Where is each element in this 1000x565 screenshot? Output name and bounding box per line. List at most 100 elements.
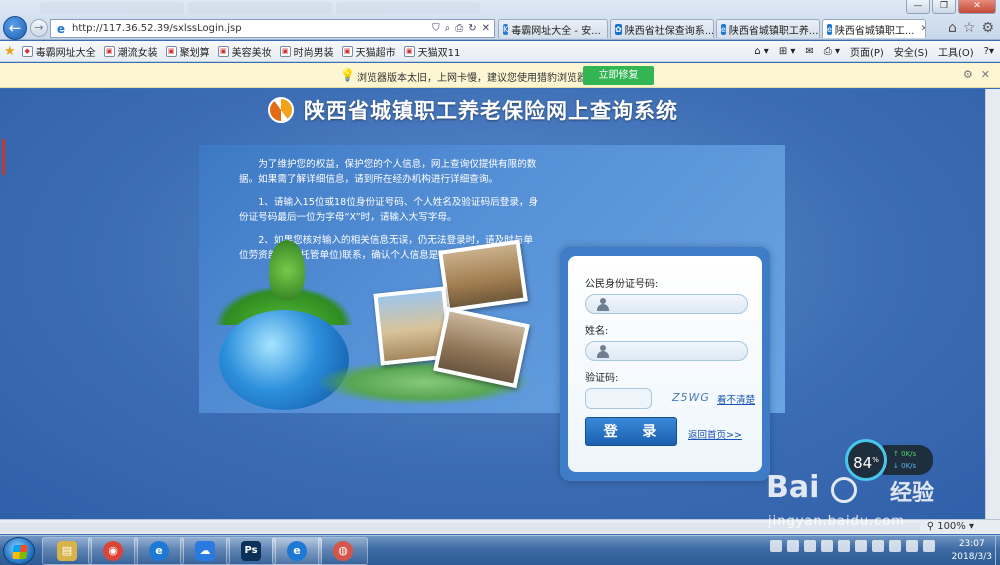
tray-icon[interactable]	[804, 540, 816, 552]
tab-label: 陕西省城镇职工...	[834, 25, 915, 37]
favorites-star-icon[interactable]: ★	[4, 44, 16, 59]
taskbar-photoshop[interactable]: Ps	[226, 537, 276, 565]
captcha-image[interactable]: Z5WG	[672, 391, 710, 404]
download-speed: 0K/s	[901, 462, 917, 470]
system-title: 陕西省城镇职工养老保险网上查询系统	[304, 98, 678, 123]
tray-icon[interactable]	[855, 540, 867, 552]
favorite-label: 毒霸网址大全	[35, 47, 96, 59]
close-window-button[interactable]: ✕	[958, 0, 996, 14]
favorite-label: 天猫超市	[355, 47, 396, 59]
address-bar[interactable]: e http://117.36.52.39/sxlssLogin.jsp ⛉ ⌕…	[50, 19, 495, 38]
captcha-label: 验证码:	[585, 373, 619, 384]
refresh-icon[interactable]: ↻	[468, 23, 476, 34]
clock[interactable]: 23:07 2018/3/3	[952, 538, 992, 564]
tab-1[interactable]: K 毒霸网址大全 - 安... ✕	[498, 19, 608, 38]
favorite-link[interactable]: ▣ 美容美妆	[217, 44, 272, 59]
window-controls: — ❐ ✕	[906, 0, 996, 14]
page-icon: ▣	[103, 45, 115, 57]
download-arrow-icon: ↓	[893, 462, 899, 470]
vertical-scrollbar[interactable]	[985, 89, 1000, 519]
favorite-link[interactable]: ▣ 时尚男装	[279, 44, 334, 59]
tree-illustration	[269, 240, 305, 300]
favorite-link[interactable]: ▣ 天猫双11	[403, 44, 461, 59]
print-icon[interactable]: ⎙ ▾	[824, 46, 840, 57]
browser-right-tools: ⌂ ☆ ⚙	[948, 20, 994, 36]
favorite-label: 时尚男装	[293, 47, 334, 59]
notice-close-icon[interactable]: ✕	[981, 68, 990, 81]
taskbar-explorer[interactable]: ▤	[42, 537, 92, 565]
settings-gear-icon[interactable]: ⚙	[981, 20, 994, 36]
tray-icon[interactable]	[770, 540, 782, 552]
start-button[interactable]	[3, 537, 35, 565]
forward-button[interactable]: →	[30, 19, 48, 37]
mail-icon[interactable]: ✉	[805, 46, 813, 57]
id-number-input[interactable]	[585, 294, 748, 314]
notice-tools: ⚙ ✕	[963, 68, 990, 81]
favorites-star-icon[interactable]: ☆	[963, 20, 976, 36]
taskbar-chrome[interactable]: ◉	[88, 537, 138, 565]
tools-menu[interactable]: 工具(O)	[938, 44, 974, 59]
captcha-refresh-link[interactable]: 看不清楚	[717, 392, 755, 406]
login-button[interactable]: 登 录	[585, 417, 677, 446]
search-icon[interactable]: ⌕	[445, 23, 451, 34]
favorite-link[interactable]: ▣ 潮流女装	[103, 44, 158, 59]
name-input[interactable]	[585, 341, 748, 361]
help-icon[interactable]: ?▾	[984, 46, 994, 57]
chrome-icon: ◉	[103, 541, 123, 561]
stop-icon[interactable]: ✕	[482, 23, 490, 34]
tray-icon[interactable]	[838, 540, 850, 552]
bell-tower-photo	[438, 239, 528, 313]
ie-icon: e	[287, 541, 307, 561]
favorite-label: 天猫双11	[417, 47, 461, 59]
taskbar-netdisk[interactable]: ☁	[180, 537, 230, 565]
tab-close-icon[interactable]: ✕	[607, 24, 608, 34]
minimize-button[interactable]: —	[906, 0, 930, 14]
taskbar-ie-active[interactable]: e	[272, 537, 322, 565]
page-icon: ▣	[341, 45, 353, 57]
arrow-left-icon: ←	[8, 19, 22, 37]
fix-now-button[interactable]: 立即修复	[583, 66, 654, 85]
home-icon[interactable]: ⌂	[948, 20, 957, 36]
tab-4-active[interactable]: e 陕西省城镇职工... ✕	[822, 19, 926, 38]
address-url[interactable]: http://117.36.52.39/sxlssLogin.jsp	[72, 23, 432, 34]
page-icon: ▣	[279, 45, 291, 57]
notice-settings-icon[interactable]: ⚙	[963, 68, 973, 81]
id-number-label: 公民身份证号码:	[585, 279, 659, 290]
login-panel: 公民身份证号码: 姓名: 验证码: Z5WG 看不清楚 登 录 返回首页>>	[560, 247, 770, 481]
ime-icon[interactable]	[923, 540, 935, 552]
notice-text: 浏览器版本太旧，上网卡慢，建议您使用猎豹浏览器修复	[357, 73, 607, 84]
upgrade-notice-bar: 💡 浏览器版本太旧，上网卡慢，建议您使用猎豹浏览器修复 立即修复 ⚙ ✕	[0, 63, 1000, 88]
feeds-icon[interactable]: ⊞ ▾	[779, 46, 796, 57]
taskbar-ie[interactable]: e	[134, 537, 184, 565]
network-icon[interactable]	[889, 540, 901, 552]
tray-icon[interactable]	[872, 540, 884, 552]
tab-2[interactable]: ✿ 陕西省社保查询系...	[610, 19, 714, 38]
ie-icon: e	[149, 541, 169, 561]
volume-icon[interactable]	[906, 540, 918, 552]
back-home-link[interactable]: 返回首页>>	[688, 427, 742, 441]
tab-3[interactable]: e 陕西省城镇职工养...	[716, 19, 820, 38]
favorite-link[interactable]: ▣ 天猫超市	[341, 44, 396, 59]
page-icon: ▣	[165, 45, 177, 57]
tray-icon[interactable]	[787, 540, 799, 552]
captcha-input[interactable]	[585, 388, 652, 409]
page-menu[interactable]: 页面(P)	[850, 44, 884, 59]
home-menu-icon[interactable]: ⌂ ▾	[754, 46, 769, 57]
taskbar-app[interactable]: ◍	[318, 537, 368, 565]
app-icon: ◍	[333, 541, 353, 561]
maximize-button[interactable]: ❐	[932, 0, 956, 14]
back-button[interactable]: ←	[3, 16, 27, 40]
safety-menu[interactable]: 安全(S)	[894, 44, 928, 59]
tab-favicon: K	[503, 23, 509, 35]
intro-paragraph: 1、请输入15位或18位身份证号码、个人姓名及验证码后登录，身份证号码最后一位为…	[239, 197, 539, 223]
shield-icon[interactable]: ⛉	[432, 23, 440, 34]
background-window-tabs	[40, 0, 480, 16]
tray-icon[interactable]	[821, 540, 833, 552]
edge-marker	[2, 139, 5, 175]
show-desktop-button[interactable]	[995, 536, 1000, 565]
tab-close-icon[interactable]: ✕	[920, 24, 925, 34]
compat-view-icon[interactable]: ⎙	[455, 23, 463, 34]
favorite-link[interactable]: ▣ 聚划算	[165, 44, 210, 59]
tab-label: 陕西省社保查询系...	[624, 25, 714, 37]
favorite-link[interactable]: ◆ 毒霸网址大全	[21, 44, 96, 59]
